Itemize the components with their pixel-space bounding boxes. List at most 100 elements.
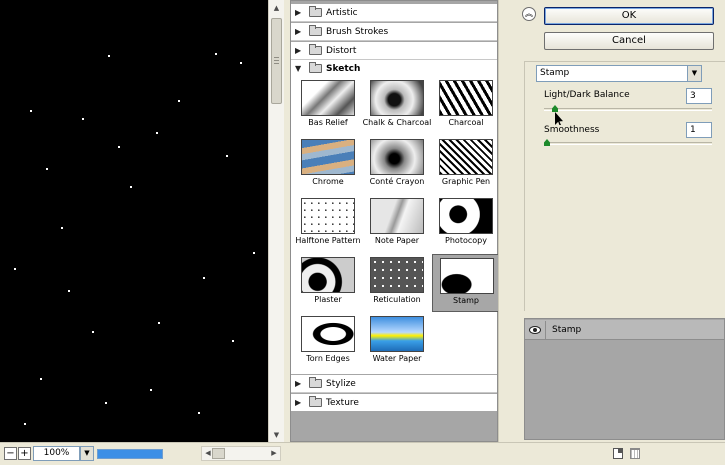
light-dark-balance-slider[interactable] [544, 105, 712, 112]
noise-speck [158, 322, 160, 324]
filter-thumb-label: Plaster [314, 295, 342, 304]
delete-effect-layer-trash-icon[interactable] [630, 448, 640, 459]
chevron-down-icon[interactable]: ▼ [687, 66, 701, 81]
filter-thumb-label: Charcoal [448, 118, 484, 127]
noise-speck [226, 155, 228, 157]
noise-speck [203, 277, 205, 279]
expanded-arrow-icon: ▼ [295, 64, 302, 73]
folder-icon [309, 396, 322, 407]
filter-select-value: Stamp [540, 68, 570, 78]
category-artistic[interactable]: ▶ Artistic [291, 4, 497, 22]
filter-preview-image [439, 198, 493, 234]
filter-thumb-water-paper[interactable]: Water Paper [363, 313, 431, 371]
filter-thumb-label: Halftone Pattern [295, 236, 361, 245]
smoothness-input[interactable]: 1 [686, 122, 712, 138]
scroll-right-arrow-icon[interactable]: ▶ [268, 447, 280, 460]
filter-thumb-cont-crayon[interactable]: Conté Crayon [363, 136, 431, 194]
filter-thumb-graphic-pen[interactable]: Graphic Pen [432, 136, 500, 194]
preview-scroll-thumb[interactable] [271, 18, 282, 104]
collapse-gallery-chevron-icon[interactable]: ︽ [522, 7, 536, 21]
filter-thumb-halftone-pattern[interactable]: Halftone Pattern [294, 195, 362, 253]
noise-speck [118, 146, 120, 148]
filter-thumb-reticulation[interactable]: Reticulation [363, 254, 431, 312]
filter-thumb-bas-relief[interactable]: Bas Relief [294, 77, 362, 135]
category-label: Brush Strokes [326, 26, 389, 37]
slider-handle[interactable] [552, 105, 558, 112]
category-label: Artistic [326, 7, 358, 18]
smoothness-slider[interactable] [544, 139, 712, 146]
filter-thumb-charcoal[interactable]: Charcoal [432, 77, 500, 135]
filter-thumb-photocopy[interactable]: Photocopy [432, 195, 500, 253]
noise-speck [40, 378, 42, 380]
filter-preview-canvas[interactable] [0, 0, 268, 442]
filter-preview-image [440, 258, 494, 294]
eye-visibility-icon[interactable] [529, 325, 541, 334]
folder-icon [309, 25, 322, 36]
noise-speck [61, 227, 63, 229]
noise-speck [46, 168, 48, 170]
cancel-button[interactable]: Cancel [544, 32, 714, 50]
filter-thumb-note-paper[interactable]: Note Paper [363, 195, 431, 253]
noise-speck [156, 132, 158, 134]
category-stylize[interactable]: ▶ Stylize [291, 375, 497, 393]
noise-speck [232, 340, 234, 342]
noise-speck [105, 402, 107, 404]
filter-thumb-label: Bas Relief [308, 118, 348, 127]
preview-vertical-scrollbar[interactable]: ▲ ▼ [268, 0, 284, 442]
folder-icon [309, 6, 322, 17]
effect-layers-list: Stamp [524, 318, 725, 440]
noise-speck [198, 412, 200, 414]
noise-speck [68, 290, 70, 292]
category-label: Texture [326, 397, 359, 408]
noise-speck [82, 118, 84, 120]
scroll-up-arrow-icon[interactable]: ▲ [269, 0, 284, 15]
new-effect-layer-icon[interactable] [613, 448, 623, 459]
noise-speck [240, 62, 242, 64]
scroll-down-arrow-icon[interactable]: ▼ [269, 427, 284, 442]
filter-thumb-chrome[interactable]: Chrome [294, 136, 362, 194]
horizontal-scrollbar[interactable]: ◀ ▶ [201, 446, 281, 461]
filter-thumb-plaster[interactable]: Plaster [294, 254, 362, 312]
category-label: Stylize [326, 378, 356, 389]
light-dark-balance-input[interactable]: 3 [686, 88, 712, 104]
filter-preview-image [301, 198, 355, 234]
zoom-out-button[interactable]: − [4, 447, 17, 460]
filter-preview-image [301, 257, 355, 293]
category-texture[interactable]: ▶ Texture [291, 394, 497, 412]
filter-thumb-chalk-charcoal[interactable]: Chalk & Charcoal [363, 77, 431, 135]
collapsed-arrow-icon: ▶ [295, 46, 302, 55]
collapsed-arrow-icon: ▶ [295, 398, 302, 407]
filter-gallery: ▶ Artistic ▶ Brush Strokes ▶ Distort ▼ S… [290, 0, 500, 442]
filter-thumb-label: Torn Edges [306, 354, 350, 363]
zoom-in-button[interactable]: + [18, 447, 31, 460]
zoom-level-field[interactable]: 100% [33, 446, 80, 461]
noise-speck [108, 55, 110, 57]
slider-handle[interactable] [544, 139, 550, 146]
filter-thumb-label: Graphic Pen [441, 177, 491, 186]
zoom-dropdown-chevron-icon[interactable]: ▼ [80, 446, 94, 461]
horizontal-scroll-thumb[interactable] [212, 448, 225, 459]
filter-thumb-label: Chrome [312, 177, 344, 186]
light-dark-balance-label: Light/Dark Balance [544, 90, 630, 100]
category-label: Sketch [326, 63, 361, 74]
filter-thumb-label: Conté Crayon [369, 177, 425, 186]
filter-select-dropdown[interactable]: Stamp ▼ [536, 65, 702, 82]
effect-layer-row[interactable]: Stamp [525, 320, 724, 340]
category-distort[interactable]: ▶ Distort [291, 42, 497, 60]
filter-thumb-stamp[interactable]: Stamp [432, 254, 500, 312]
filter-preview-image [370, 198, 424, 234]
folder-icon [309, 377, 322, 388]
noise-speck [24, 423, 26, 425]
category-label: Distort [326, 45, 357, 56]
noise-speck [178, 100, 180, 102]
filter-preview-image [370, 139, 424, 175]
ok-button[interactable]: OK [544, 7, 714, 25]
gallery-empty-area [291, 411, 497, 441]
open-folder-icon [309, 62, 322, 73]
filter-thumb-label: Water Paper [372, 354, 422, 363]
noise-speck [92, 331, 94, 333]
filter-preview-image [301, 139, 355, 175]
category-brush-strokes[interactable]: ▶ Brush Strokes [291, 23, 497, 41]
filter-thumb-torn-edges[interactable]: Torn Edges [294, 313, 362, 371]
filter-preview-image [439, 80, 493, 116]
